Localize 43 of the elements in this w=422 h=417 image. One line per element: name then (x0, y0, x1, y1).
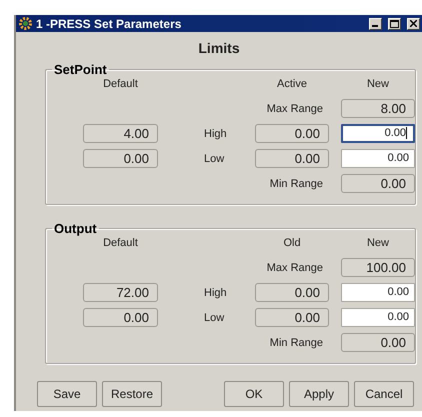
value-field: 72.00 (83, 283, 158, 302)
value-field: 0.00 (83, 149, 158, 168)
column-header: Old (283, 236, 301, 248)
value-field: 0.00 (341, 333, 415, 352)
dialog-button[interactable]: Apply (289, 381, 349, 407)
value-field: 8.00 (341, 99, 415, 118)
value-field: 0.00 (341, 174, 415, 193)
input-field[interactable]: 0.00 (341, 283, 415, 302)
value-field: 0.00 (255, 149, 329, 168)
value-field: 100.00 (341, 258, 415, 277)
group-title: Output (53, 221, 98, 236)
range-label: Min Range (270, 336, 323, 348)
value-field: 0.00 (83, 308, 158, 327)
row-label: High (204, 128, 227, 140)
row-label: Low (204, 152, 224, 164)
column-header: Default (103, 78, 138, 90)
column-header: New (366, 236, 389, 248)
dialog-button[interactable]: Save (37, 381, 97, 407)
value-field: 4.00 (83, 124, 158, 143)
range-label: Max Range (266, 262, 323, 274)
maximize-icon[interactable] (388, 18, 401, 30)
dialog-button[interactable]: OK (224, 381, 284, 407)
value-field: 0.00 (255, 283, 329, 302)
dialog-button[interactable]: Cancel (354, 381, 414, 407)
group-title: SetPoint (53, 62, 108, 77)
value-field: 0.00 (255, 124, 329, 143)
window-title: 1 -PRESS Set Parameters (36, 16, 182, 30)
value-field: 0.00 (255, 308, 329, 327)
close-icon[interactable] (407, 18, 420, 30)
input-field[interactable]: 0.00 (341, 124, 415, 143)
column-header: Default (103, 236, 138, 248)
minimize-icon[interactable] (369, 18, 382, 30)
gear-icon (19, 17, 32, 30)
range-label: Min Range (270, 178, 323, 190)
column-header: Active (277, 78, 307, 90)
row-label: Low (204, 312, 224, 324)
range-label: Max Range (266, 102, 323, 114)
input-field[interactable]: 0.00 (341, 308, 415, 327)
section-heading: Limits (198, 40, 240, 56)
input-field[interactable]: 0.00 (341, 149, 415, 168)
column-header: New (366, 78, 389, 90)
row-label: High (204, 286, 227, 298)
dialog-button[interactable]: Restore (102, 381, 162, 407)
